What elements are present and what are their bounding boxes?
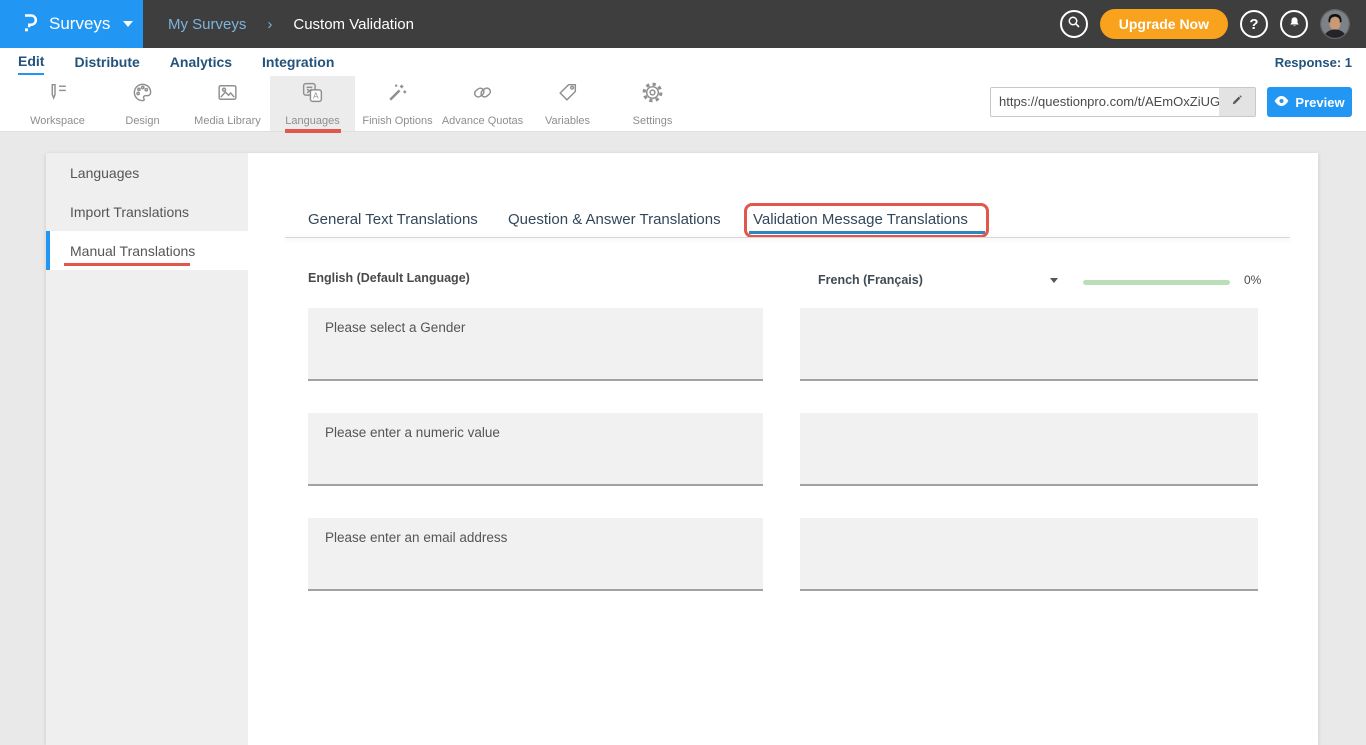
toolbar-label: Advance Quotas <box>442 115 523 127</box>
manual-translations-main: General Text Translations Question & Ans… <box>248 153 1318 745</box>
upgrade-now-button[interactable]: Upgrade Now <box>1100 9 1228 39</box>
nav-tab-analytics[interactable]: Analytics <box>170 50 232 74</box>
search-button[interactable] <box>1060 10 1088 38</box>
translation-progress-bar <box>1083 280 1230 285</box>
questionpro-logo <box>20 11 40 38</box>
breadcrumb-my-surveys[interactable]: My Surveys <box>168 16 246 33</box>
tab-general-text-translations[interactable]: General Text Translations <box>308 211 478 228</box>
sidebar-item-manual-translations[interactable]: Manual Translations <box>46 231 248 270</box>
sidebar-item-import-translations[interactable]: Import Translations <box>46 192 248 231</box>
pencil-icon <box>1230 92 1245 112</box>
search-icon <box>1066 14 1082 34</box>
finish-options-icon <box>385 80 410 110</box>
breadcrumb-current-survey: Custom Validation <box>293 16 414 33</box>
sidebar-item-languages[interactable]: Languages <box>46 153 248 192</box>
eye-icon <box>1274 95 1289 110</box>
annotation-underline <box>285 129 341 133</box>
target-text-input-row-2[interactable] <box>800 413 1258 486</box>
media-library-icon <box>215 80 240 110</box>
workspace-icon <box>45 80 70 110</box>
response-count[interactable]: Response: 1 <box>1275 55 1366 70</box>
source-language-header: English (Default Language) <box>308 271 470 285</box>
settings-icon <box>640 80 665 110</box>
help-button[interactable]: ? <box>1240 10 1268 38</box>
annotation-underline <box>64 263 190 266</box>
survey-nav: Edit Distribute Analytics Integration Re… <box>0 48 1366 76</box>
chevron-down-icon <box>123 21 133 27</box>
toolbar-label: Languages <box>285 115 339 127</box>
toolbar-item-workspace[interactable]: Workspace <box>15 76 100 131</box>
preview-button[interactable]: Preview <box>1267 87 1352 117</box>
target-text-input-row-3[interactable] <box>800 518 1258 591</box>
languages-sidebar: Languages Import Translations Manual Tra… <box>46 153 248 745</box>
active-tab-indicator <box>749 231 985 234</box>
toolbar-label: Finish Options <box>362 115 432 127</box>
toolbar-label: Settings <box>633 115 673 127</box>
languages-panel: Languages Import Translations Manual Tra… <box>46 153 1318 745</box>
source-text-row-3: Please enter an email address <box>308 518 763 591</box>
toolbar-item-design[interactable]: Design <box>100 76 185 131</box>
toolbar-label: Media Library <box>194 115 261 127</box>
toolbar-item-settings[interactable]: Settings <box>610 76 695 131</box>
toolbar-label: Design <box>125 115 159 127</box>
translation-progress-percent: 0% <box>1244 273 1261 287</box>
variables-icon <box>555 80 580 110</box>
toolbar-item-languages[interactable]: A Languages <box>270 76 355 131</box>
edit-url-button[interactable] <box>1219 88 1255 116</box>
product-switcher[interactable]: Surveys <box>0 0 143 48</box>
product-name: Surveys <box>49 14 110 34</box>
target-language-value: French (Français) <box>818 273 923 287</box>
toolbar-label: Variables <box>545 115 590 127</box>
toolbar-item-advance-quotas[interactable]: Advance Quotas <box>440 76 525 131</box>
design-icon <box>130 80 155 110</box>
avatar[interactable] <box>1320 9 1350 39</box>
toolbar-item-media-library[interactable]: Media Library <box>185 76 270 131</box>
notifications-button[interactable] <box>1280 10 1308 38</box>
sidebar-item-label: Manual Translations <box>70 243 195 259</box>
top-bar-actions: Upgrade Now ? <box>1060 9 1366 39</box>
advance-quotas-icon <box>470 80 495 110</box>
tab-question-answer-translations[interactable]: Question & Answer Translations <box>508 211 721 228</box>
source-text-row-1: Please select a Gender <box>308 308 763 381</box>
toolbar-item-finish-options[interactable]: Finish Options <box>355 76 440 131</box>
chevron-down-icon <box>1050 278 1058 283</box>
target-text-input-row-1[interactable] <box>800 308 1258 381</box>
toolbar-item-variables[interactable]: Variables <box>525 76 610 131</box>
breadcrumb-separator: › <box>267 16 272 33</box>
source-text-row-2: Please enter a numeric value <box>308 413 763 486</box>
edit-toolbar: Workspace Design Media Library A Languag… <box>0 76 1366 132</box>
nav-tab-edit[interactable]: Edit <box>18 49 44 75</box>
survey-url-value[interactable]: https://questionpro.com/t/AEmOxZiUGC <box>991 88 1219 116</box>
tabs-divider <box>285 237 1290 238</box>
languages-icon: A <box>300 80 325 110</box>
preview-label: Preview <box>1295 95 1344 110</box>
help-icon: ? <box>1249 16 1258 33</box>
bell-icon <box>1287 15 1302 34</box>
toolbar-label: Workspace <box>30 115 85 127</box>
tab-validation-message-translations[interactable]: Validation Message Translations <box>753 211 968 228</box>
breadcrumb: My Surveys › Custom Validation <box>168 16 414 33</box>
nav-tab-integration[interactable]: Integration <box>262 50 334 74</box>
top-bar: Surveys My Surveys › Custom Validation U… <box>0 0 1366 48</box>
nav-tab-distribute[interactable]: Distribute <box>74 50 139 74</box>
survey-url-field: https://questionpro.com/t/AEmOxZiUGC <box>990 87 1256 117</box>
target-language-dropdown[interactable]: French (Français) <box>818 273 1058 287</box>
svg-text:A: A <box>313 90 319 100</box>
